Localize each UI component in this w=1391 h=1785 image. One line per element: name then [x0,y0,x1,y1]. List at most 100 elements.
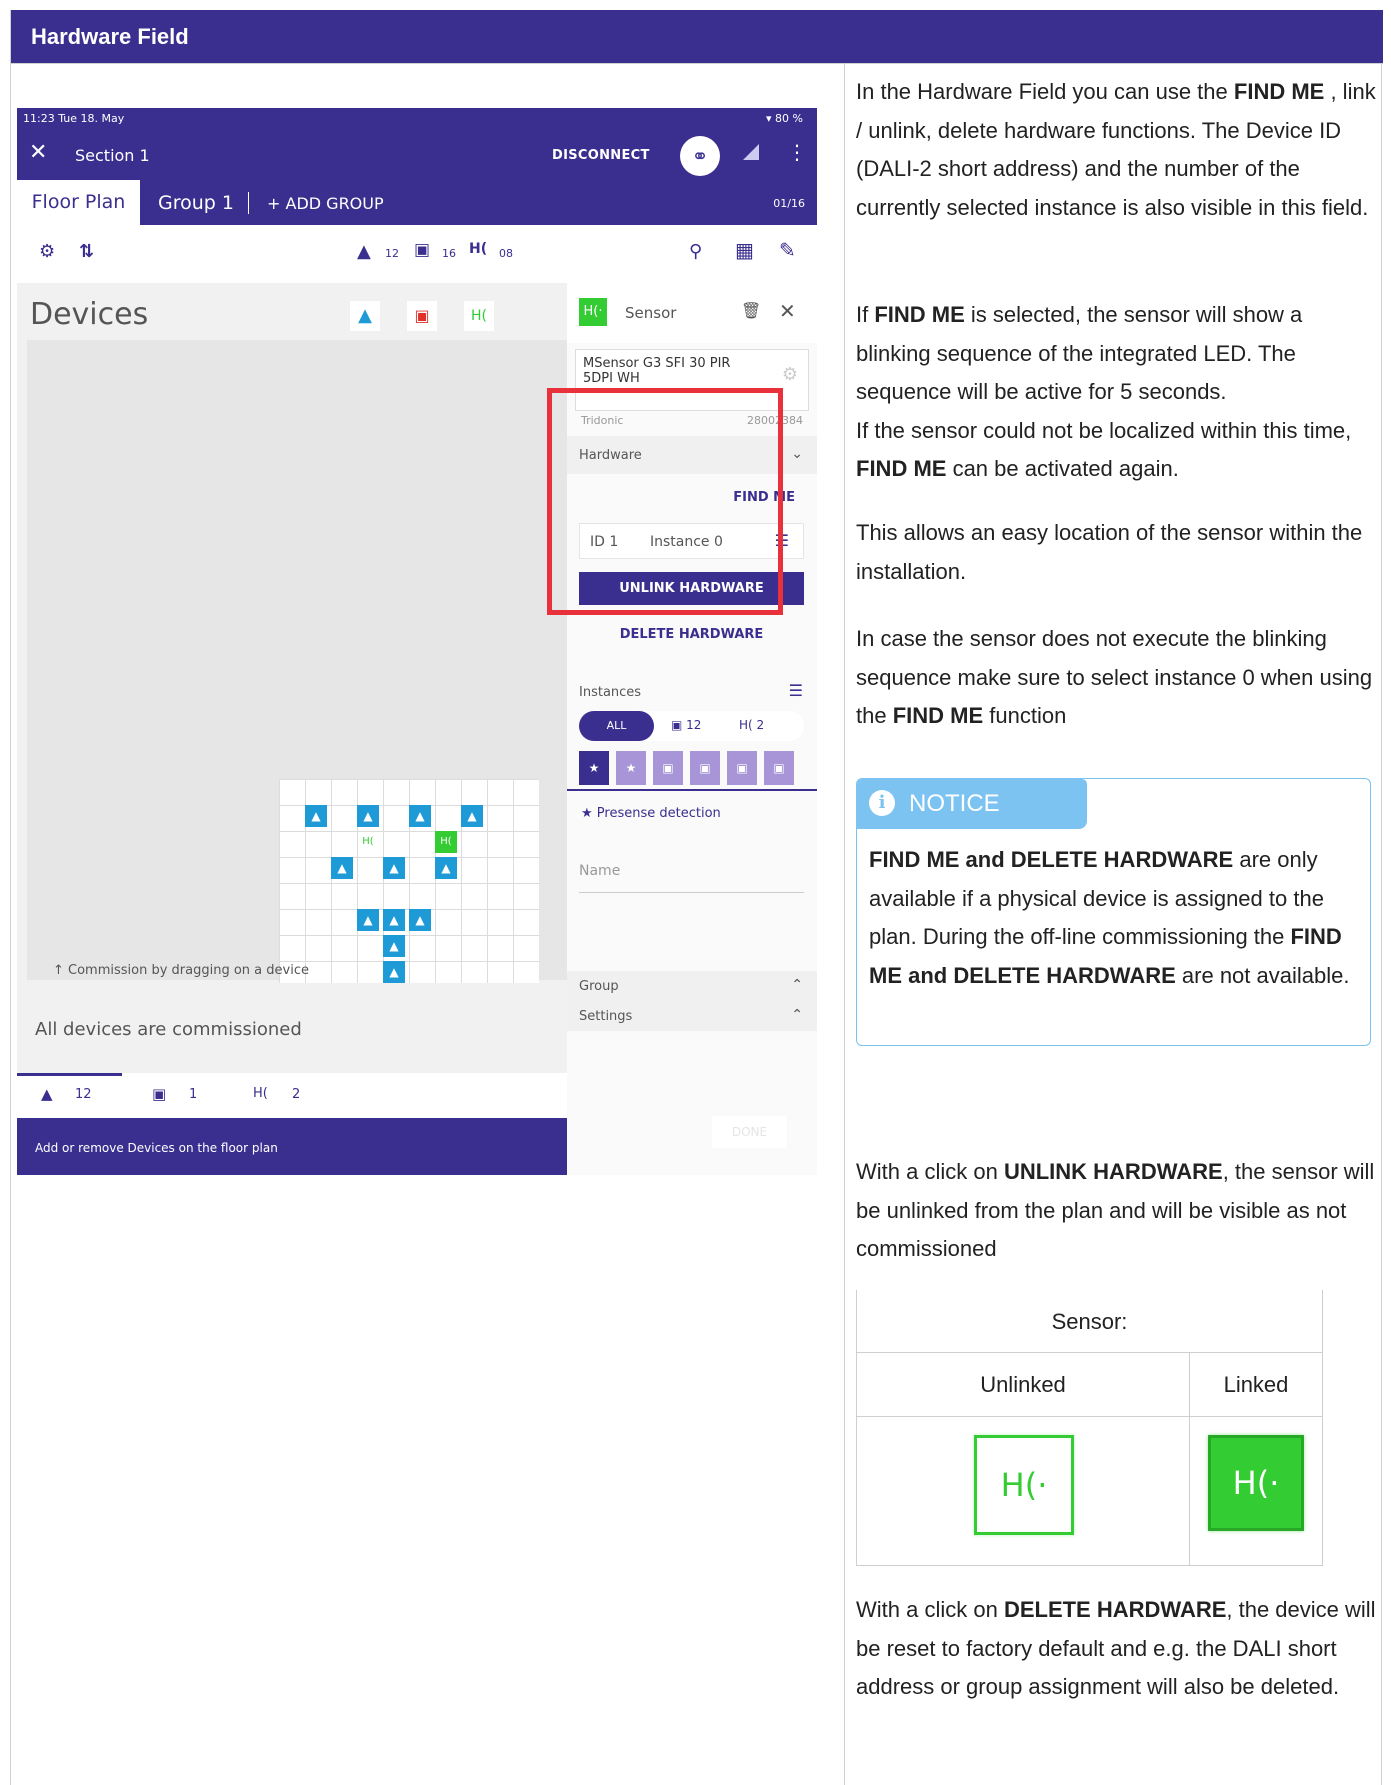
text: In the Hardware Field you can use the [856,79,1234,104]
sensor-tile-linked[interactable]: H( [435,831,457,853]
bottom-tabs: ▲ 12 ▣ 1 H( 2 [17,1073,567,1118]
sensor-tile-unlinked[interactable]: H( [357,831,379,853]
sensor-icon[interactable]: H( [253,1086,268,1101]
tab-separator [248,192,249,214]
trash-icon[interactable]: 🗑 [741,301,761,320]
battery-status: ▾ 80 % [766,112,803,125]
luminaire-tile[interactable]: ▲ [383,909,405,931]
sensor-icon: H(· [579,298,607,326]
pushbutton-icon[interactable]: ▣ [152,1085,166,1103]
filter-sliders-icon[interactable]: ⇅ [79,241,94,262]
luminaire-tile[interactable]: ▲ [435,857,457,879]
luminaire-tile[interactable]: ▲ [383,961,405,983]
commission-status: All devices are commissioned [17,983,567,1073]
hardware-field-highlight [547,388,783,615]
instance-thumb[interactable]: ▣ [764,751,794,785]
paragraph-location: This allows an easy location of the sens… [856,520,1363,584]
paragraph-delete: With a click on DELETE HARDWARE, the dev… [856,1591,1376,1707]
commission-hint: ↑ Commission by dragging on a device [53,963,309,978]
text: can be activated again. [946,456,1179,481]
luminaire-tile[interactable]: ▲ [409,909,431,931]
instance-thumbnails: ★ ★ ▣ ▣ ▣ ▣ [579,751,817,787]
disconnect-button[interactable]: DISCONNECT [552,148,650,163]
sensor-icon: H( [469,241,488,257]
list-icon[interactable]: ☰ [789,681,803,700]
chip-sensor[interactable]: H( 2 [739,718,764,732]
instance-thumb[interactable]: ▣ [653,751,683,785]
instance-filter-chips: ALL ▣ 12 H( 2 [579,711,804,741]
column-unlinked: Unlinked [980,1372,1066,1397]
instance-thumb[interactable]: ★ [579,751,609,785]
status-time: 11:23 Tue 18. May [23,112,125,125]
devices-title: Devices [30,297,149,332]
chevron-up-icon: ⌃ [791,1007,803,1023]
bottom-info-text: Add or remove Devices on the floor plan [35,1141,278,1155]
group-section-header[interactable]: Group ⌃ [567,971,817,1001]
bottom-info-bar: Add or remove Devices on the floor plan [17,1118,567,1175]
pushbutton-icon: ▣ [414,240,431,260]
luminaire-tab-count[interactable]: 12 [75,1087,92,1102]
settings-label: Settings [579,1009,633,1024]
add-group-button[interactable]: + ADD GROUP [267,194,384,213]
more-menu-icon[interactable]: ⋮ [787,140,807,164]
paragraph-find-me: If FIND ME is selected, the sensor will … [856,296,1376,489]
search-zoom-icon[interactable]: ⚲ [689,241,702,262]
pushbutton-filter-icon[interactable]: ▣ [407,301,437,331]
notice-header: i NOTICE [857,779,1087,829]
sensor-state-table: Sensor: Unlinked Linked H(· H(· [856,1290,1323,1566]
table-header-row: Unlinked Linked [857,1353,1322,1417]
luminaire-tile[interactable]: ▲ [357,909,379,931]
luminaire-tile[interactable]: ▲ [409,805,431,827]
luminaire-count: 12 [385,247,399,260]
tab-floor-plan[interactable]: Floor Plan [17,180,140,225]
sensor-filter-icon[interactable]: H( [464,301,494,331]
luminaire-tile[interactable]: ▲ [305,805,327,827]
table-divider [1189,1353,1190,1566]
done-button[interactable]: DONE [712,1116,787,1148]
chip-all[interactable]: ALL [579,711,654,741]
fit-screen-icon[interactable]: ▦ [735,238,754,262]
luminaire-tile[interactable]: ▲ [383,935,405,957]
edit-icon[interactable]: ✎ [779,238,796,262]
gear-icon[interactable]: ⚙ [782,364,798,385]
settings-gear-icon[interactable]: ⚙ [39,241,55,262]
text: With a click on [856,1159,1004,1184]
paragraph-unlink: With a click on UNLINK HARDWARE, the sen… [856,1153,1376,1269]
close-icon[interactable]: ✕ [29,140,47,165]
sensor-tab-count[interactable]: 2 [292,1087,300,1102]
delete-hardware-button[interactable]: DELETE HARDWARE [579,620,804,650]
luminaire-filter-icon[interactable]: ▲ [350,301,380,331]
settings-section-header[interactable]: Settings ⌃ [567,1001,817,1031]
luminaire-tile[interactable]: ▲ [461,805,483,827]
luminaire-icon[interactable]: ▲ [41,1085,53,1103]
sensor-unlinked-icon: H(· [974,1435,1074,1535]
emphasis: FIND ME [856,456,947,481]
luminaire-tile[interactable]: ▲ [383,857,405,879]
notice-label: NOTICE [909,790,1000,817]
instance-thumb[interactable]: ★ [616,751,646,785]
text: With a click on [856,1597,1004,1622]
instances-header: Instances ☰ [567,675,817,705]
emphasis: FIND ME [1233,79,1325,104]
text: function [983,703,1067,728]
link-icon[interactable]: ⚭ [680,136,720,176]
name-input[interactable]: Name [579,863,804,893]
status-bar: 11:23 Tue 18. May ▾ 80 % [17,108,817,130]
instance-thumb[interactable]: ▣ [727,751,757,785]
chevron-up-icon: ⌃ [791,977,803,993]
chip-pushbutton[interactable]: ▣ 12 [671,718,701,732]
luminaire-tile[interactable]: ▲ [331,857,353,879]
app-screenshot: 11:23 Tue 18. May ▾ 80 % ✕ Section 1 DIS… [17,108,817,1175]
section-title: Section 1 [75,146,150,165]
signal-icon [743,144,759,160]
chevron-down-icon: ⌄ [791,446,803,462]
group-count: 01/16 [773,197,805,210]
app-bar: ✕ Section 1 DISCONNECT ⚭ ⋮ [17,130,817,180]
emphasis: FIND ME and DELETE HARDWARE [869,847,1234,872]
close-icon[interactable]: ✕ [779,299,796,323]
pushbutton-tab-count[interactable]: 1 [189,1087,197,1102]
instance-thumb[interactable]: ▣ [690,751,720,785]
emphasis: UNLINK HARDWARE [1003,1159,1223,1184]
luminaire-tile[interactable]: ▲ [357,805,379,827]
tab-group-1[interactable]: Group 1 [158,192,234,214]
